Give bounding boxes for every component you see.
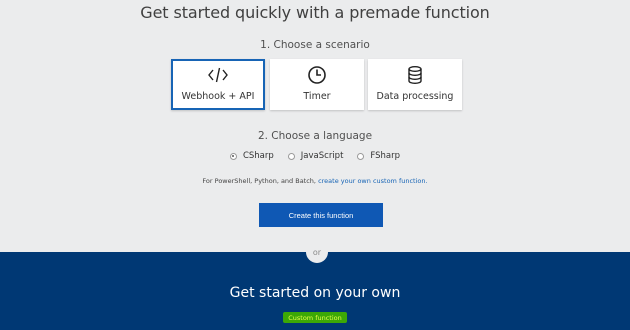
radio-label: JavaScript bbox=[300, 151, 344, 161]
scenario-label: Timer bbox=[303, 91, 331, 102]
language-options: CSharp JavaScript FSharp bbox=[0, 151, 630, 161]
radio-label: FSharp bbox=[370, 151, 401, 161]
radio-button[interactable] bbox=[287, 152, 295, 160]
scenario-card-data-processing[interactable]: Data processing bbox=[368, 59, 462, 110]
radio-button-selected[interactable] bbox=[229, 152, 237, 160]
radio-button[interactable] bbox=[357, 152, 365, 160]
scenario-heading: 1. Choose a scenario bbox=[260, 39, 370, 51]
or-divider: or bbox=[306, 241, 328, 263]
code-icon bbox=[173, 65, 263, 85]
language-note: For PowerShell, Python, and Batch, creat… bbox=[0, 177, 630, 185]
custom-section-title: Get started on your own bbox=[229, 285, 401, 301]
clock-icon bbox=[270, 65, 364, 85]
scenario-card-webhook[interactable]: Webhook + API bbox=[171, 59, 265, 110]
custom-function-link[interactable]: create your own custom function. bbox=[318, 177, 427, 185]
radio-csharp[interactable]: CSharp bbox=[229, 151, 274, 161]
custom-function-button[interactable]: Custom function bbox=[283, 312, 347, 323]
radio-fsharp[interactable]: FSharp bbox=[357, 151, 400, 161]
scenario-label: Webhook + API bbox=[181, 91, 255, 102]
radio-label: CSharp bbox=[242, 151, 274, 161]
radio-javascript[interactable]: JavaScript bbox=[287, 151, 344, 161]
database-icon bbox=[368, 65, 462, 85]
create-function-button[interactable]: Create this function bbox=[259, 203, 383, 227]
page-title: Get started quickly with a premade funct… bbox=[140, 3, 490, 22]
language-heading: 2. Choose a language bbox=[257, 130, 373, 142]
scenario-card-timer[interactable]: Timer bbox=[270, 59, 364, 110]
note-text: For PowerShell, Python, and Batch, bbox=[202, 177, 316, 185]
scenario-label: Data processing bbox=[376, 91, 454, 102]
